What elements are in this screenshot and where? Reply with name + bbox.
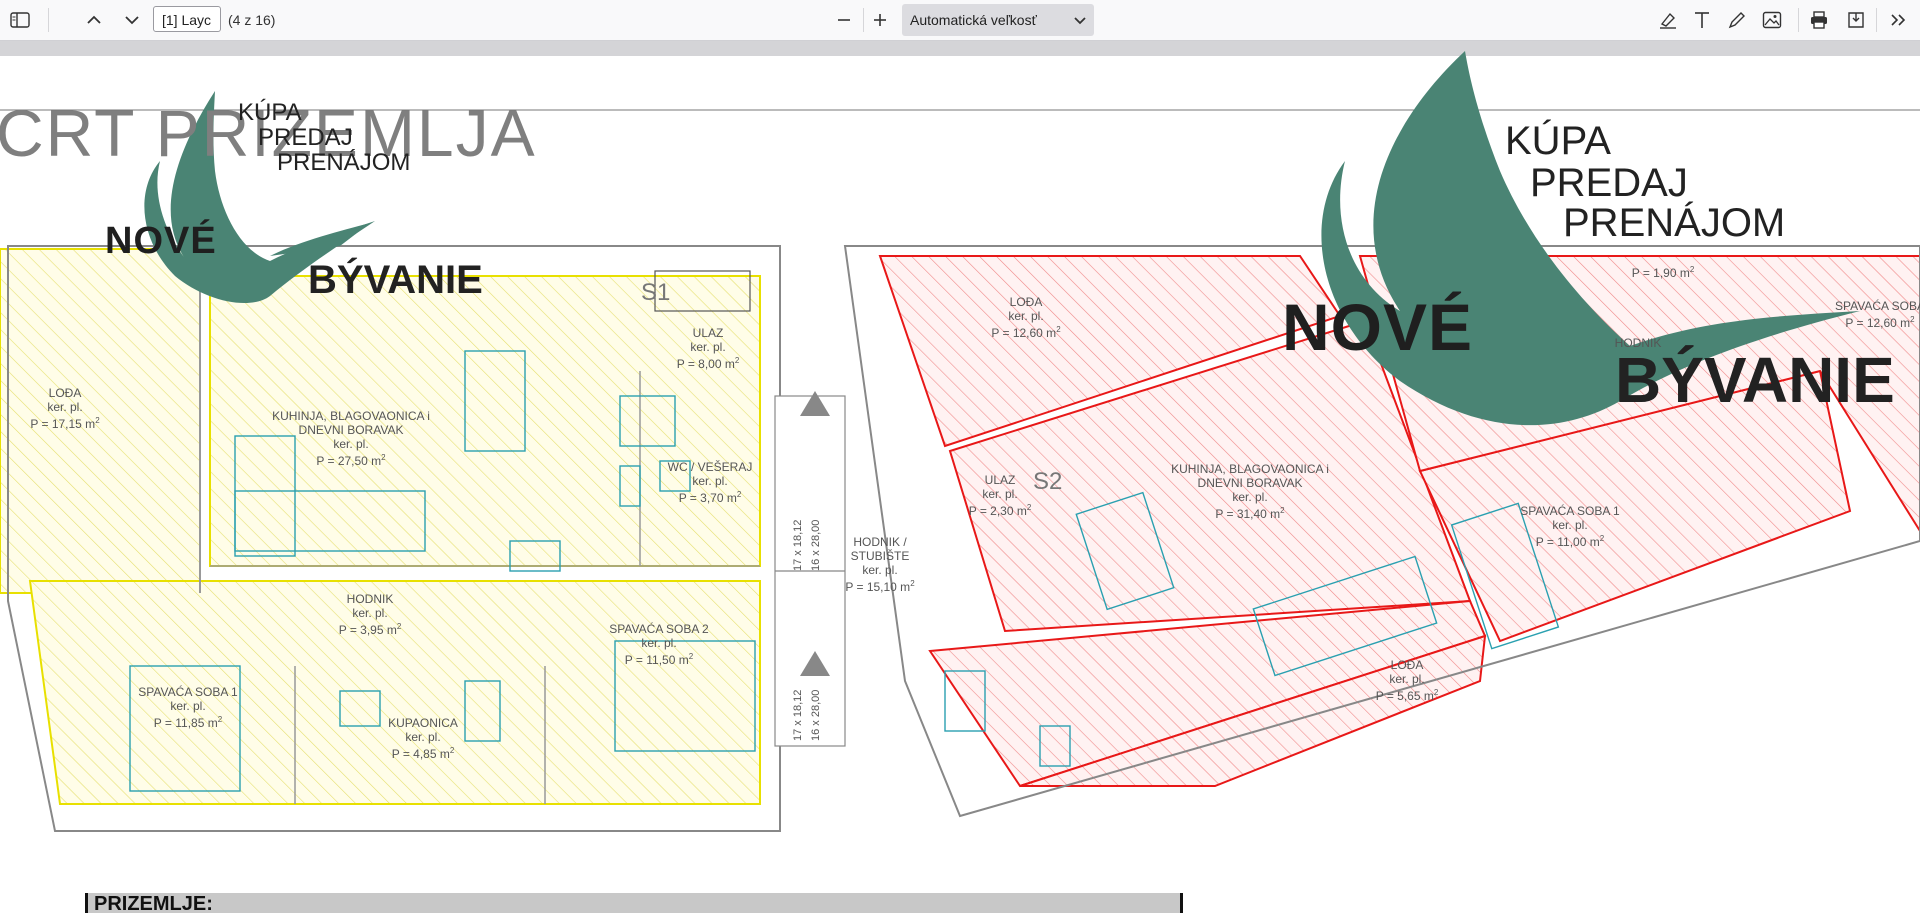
watermark-brand2: BÝVANIE bbox=[308, 258, 483, 302]
stair-dimension: 17 x 18,12 bbox=[792, 519, 804, 571]
print-icon bbox=[1811, 11, 1827, 29]
text-icon bbox=[1695, 12, 1709, 28]
toolbar-separator bbox=[48, 8, 49, 32]
chevron-up-icon bbox=[87, 15, 101, 24]
room-label: SPAVAĆA SOBA 2 ker. pl. P = 11,50 m2 bbox=[609, 622, 709, 667]
room-label: KUHINJA, BLAGOVAONICA i DNEVNI BORAVAK ker… bbox=[1171, 462, 1329, 521]
room-label: P = 1,90 m2 bbox=[1631, 265, 1695, 280]
toolbar-separator bbox=[863, 8, 864, 32]
save-icon bbox=[1848, 12, 1864, 28]
text-tool-button[interactable] bbox=[1688, 6, 1716, 34]
plus-icon bbox=[874, 14, 886, 26]
room-label-stair: HODNIK / STUBIŠTE ker. pl. P = 15,10 m2 bbox=[845, 535, 915, 594]
watermark-line2: PREDAJ bbox=[258, 124, 353, 151]
zoom-select-label: Automatická veľkosť bbox=[910, 12, 1037, 28]
minus-icon bbox=[838, 19, 850, 21]
unit-label-s2: S2 bbox=[1033, 468, 1063, 495]
toolbar-separator bbox=[1876, 8, 1877, 32]
page-number-input[interactable]: [1] Layc bbox=[153, 6, 221, 32]
room-label: ULAZ ker. pl. P = 2,30 m2 bbox=[968, 473, 1032, 518]
room-label: ULAZ ker. pl. P = 8,00 m2 bbox=[676, 326, 740, 371]
room-label: SPAVAĆA SOBA 1 ker. pl. P = 11,00 m2 bbox=[1520, 504, 1620, 549]
sidebar-toggle-button[interactable] bbox=[6, 6, 34, 34]
document-viewer[interactable]: CRT PRIZEMLJA KÚPA PREDAJ PRENÁJOM NOVÉ … bbox=[0, 41, 1920, 913]
highlight-button[interactable] bbox=[1654, 6, 1682, 34]
stair-dimension: 16 x 28,00 bbox=[810, 519, 822, 571]
pdf-toolbar: [1] Layc (4 z 16) Automatická veľkosť bbox=[0, 0, 1920, 41]
chevron-down-icon bbox=[1074, 4, 1086, 36]
more-tools-button[interactable] bbox=[1884, 6, 1912, 34]
room-label: HODNIK ker. pl. P = 3,95 m2 bbox=[338, 592, 402, 637]
draw-icon bbox=[1728, 12, 1745, 29]
room-label: SPAVAĆA SOBA P = 12,60 m2 bbox=[1834, 299, 1920, 330]
watermark-brand2-right: BÝVANIE bbox=[1615, 344, 1895, 416]
chevron-down-icon bbox=[125, 16, 139, 25]
draw-tool-button[interactable] bbox=[1723, 6, 1751, 34]
image-icon bbox=[1762, 11, 1782, 29]
save-button[interactable] bbox=[1842, 6, 1870, 34]
room-label: LOĐA ker. pl. P = 17,15 m2 bbox=[30, 386, 100, 431]
watermark-line2-right: PREDAJ bbox=[1530, 161, 1688, 205]
room-label: KUHINJA, BLAGOVAONICA i DNEVNI BORAVAK ker… bbox=[272, 409, 430, 468]
unit-label-s1: S1 bbox=[641, 279, 671, 306]
zoom-out-button[interactable] bbox=[830, 6, 858, 34]
print-button[interactable] bbox=[1805, 6, 1833, 34]
watermark-line1-right: KÚPA bbox=[1505, 119, 1611, 163]
stair-dimension: 16 x 28,00 bbox=[810, 689, 822, 741]
room-label: KUPAONICA ker. pl. P = 4,85 m2 bbox=[388, 716, 458, 761]
room-label: SPAVAĆA SOBA 1 ker. pl. P = 11,85 m2 bbox=[138, 685, 238, 730]
room-label: HODNIK bbox=[1614, 336, 1662, 350]
watermark-line3: PRENÁJOM bbox=[277, 149, 411, 176]
next-page-button[interactable] bbox=[118, 6, 146, 34]
highlight-pen-icon bbox=[1660, 12, 1676, 29]
zoom-in-button[interactable] bbox=[866, 6, 894, 34]
sidebar-toggle-icon bbox=[10, 12, 30, 28]
stair-dimension: 17 x 18,12 bbox=[792, 689, 804, 741]
double-chevron-right-icon bbox=[1891, 14, 1906, 26]
room-label: LOĐA ker. pl. P = 5,65 m2 bbox=[1375, 658, 1439, 703]
add-image-button[interactable] bbox=[1758, 6, 1786, 34]
page-count-label: (4 z 16) bbox=[228, 12, 276, 28]
watermark-line3-right: PRENÁJOM bbox=[1563, 201, 1786, 245]
watermark-brand1: NOVÉ bbox=[105, 220, 217, 262]
room-label: WC / VEŠERAJ ker. pl. P = 3,70 m2 bbox=[667, 460, 753, 505]
section-title-bar: PRIZEMLJE: bbox=[85, 893, 1183, 913]
previous-page-button[interactable] bbox=[80, 6, 108, 34]
toolbar-separator bbox=[1798, 8, 1799, 32]
watermark-brand1-right: NOVÉ bbox=[1282, 290, 1474, 364]
zoom-select[interactable]: Automatická veľkosť bbox=[902, 4, 1094, 36]
room-label: LOĐA ker. pl. P = 12,60 m2 bbox=[991, 295, 1061, 340]
watermark-line1: KÚPA bbox=[238, 99, 302, 126]
